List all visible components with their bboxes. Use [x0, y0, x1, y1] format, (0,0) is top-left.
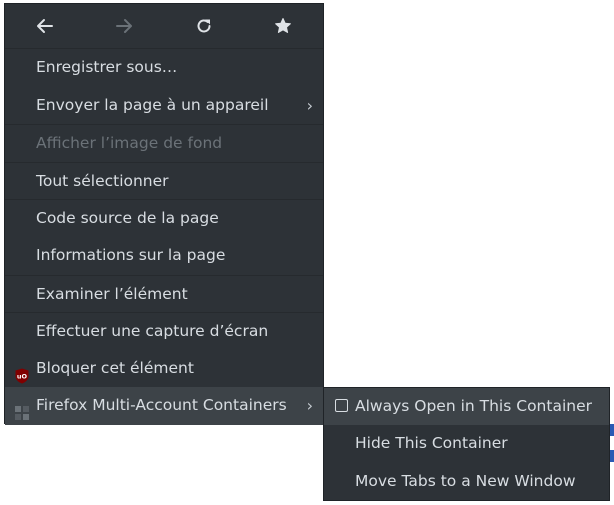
submenu-item-label: Hide This Container: [355, 434, 508, 453]
chevron-right-icon: ›: [306, 396, 313, 416]
menu-item-page-info[interactable]: Informations sur la page: [5, 237, 323, 275]
context-menu: Enregistrer sous… Envoyer la page à un a…: [4, 3, 324, 425]
forward-button[interactable]: [85, 4, 165, 48]
menu-item-label: Tout sélectionner: [36, 171, 169, 190]
menu-item-label: Code source de la page: [36, 209, 219, 228]
menu-item-take-screenshot[interactable]: Effectuer une capture d’écran: [5, 312, 323, 350]
menu-item-block-element[interactable]: uO Bloquer cet élément: [5, 350, 323, 388]
menu-item-select-all[interactable]: Tout sélectionner: [5, 161, 323, 200]
submenu-item-label: Move Tabs to a New Window: [355, 471, 576, 490]
reload-icon: [197, 19, 211, 33]
submenu-item-hide-container[interactable]: Hide This Container: [324, 425, 609, 462]
navigation-row: [5, 4, 323, 49]
submenu-item-always-open-in-container[interactable]: Always Open in This Container: [324, 388, 609, 426]
chevron-right-icon: ›: [306, 95, 313, 115]
arrow-right-icon: [116, 19, 133, 33]
menu-item-label: Enregistrer sous…: [36, 58, 178, 76]
menu-item-label: Effectuer une capture d’écran: [36, 322, 269, 341]
menu-item-label: Informations sur la page: [36, 245, 226, 264]
page: Enregistrer sous… Envoyer la page à un a…: [0, 0, 614, 505]
menu-item-label: Examiner l’élément: [36, 284, 188, 303]
bookmark-button[interactable]: [244, 4, 324, 48]
star-icon: [275, 18, 292, 33]
menu-item-view-background-image: Afficher l’image de fond: [5, 124, 323, 162]
containers-icon: [14, 398, 30, 436]
background-link-fragment[interactable]: [610, 450, 614, 462]
menu-item-label: Envoyer la page à un appareil: [36, 95, 269, 114]
menu-item-save-as[interactable]: Enregistrer sous…: [5, 49, 323, 87]
checkbox[interactable]: [335, 399, 348, 412]
svg-text:uO: uO: [17, 372, 28, 380]
submenu-item-label: Always Open in This Container: [355, 397, 592, 415]
menu-item-multi-account-containers[interactable]: Firefox Multi-Account Containers ›: [5, 387, 323, 425]
menu-item-label: Bloquer cet élément: [36, 358, 194, 377]
menu-item-view-page-source[interactable]: Code source de la page: [5, 199, 323, 237]
menu-item-label: Firefox Multi-Account Containers: [36, 396, 287, 415]
background-link-fragment[interactable]: [610, 424, 614, 436]
submenu-item-move-tabs-new-window[interactable]: Move Tabs to a New Window: [324, 463, 609, 500]
reload-button[interactable]: [164, 4, 244, 48]
arrow-left-icon: [36, 19, 53, 33]
menu-item-send-page-to-device[interactable]: Envoyer la page à un appareil ›: [5, 87, 323, 125]
containers-submenu: Always Open in This Container Hide This …: [323, 387, 610, 501]
menu-item-label: Afficher l’image de fond: [36, 134, 223, 153]
menu-item-inspect-element[interactable]: Examiner l’élément: [5, 274, 323, 313]
back-button[interactable]: [5, 4, 85, 48]
